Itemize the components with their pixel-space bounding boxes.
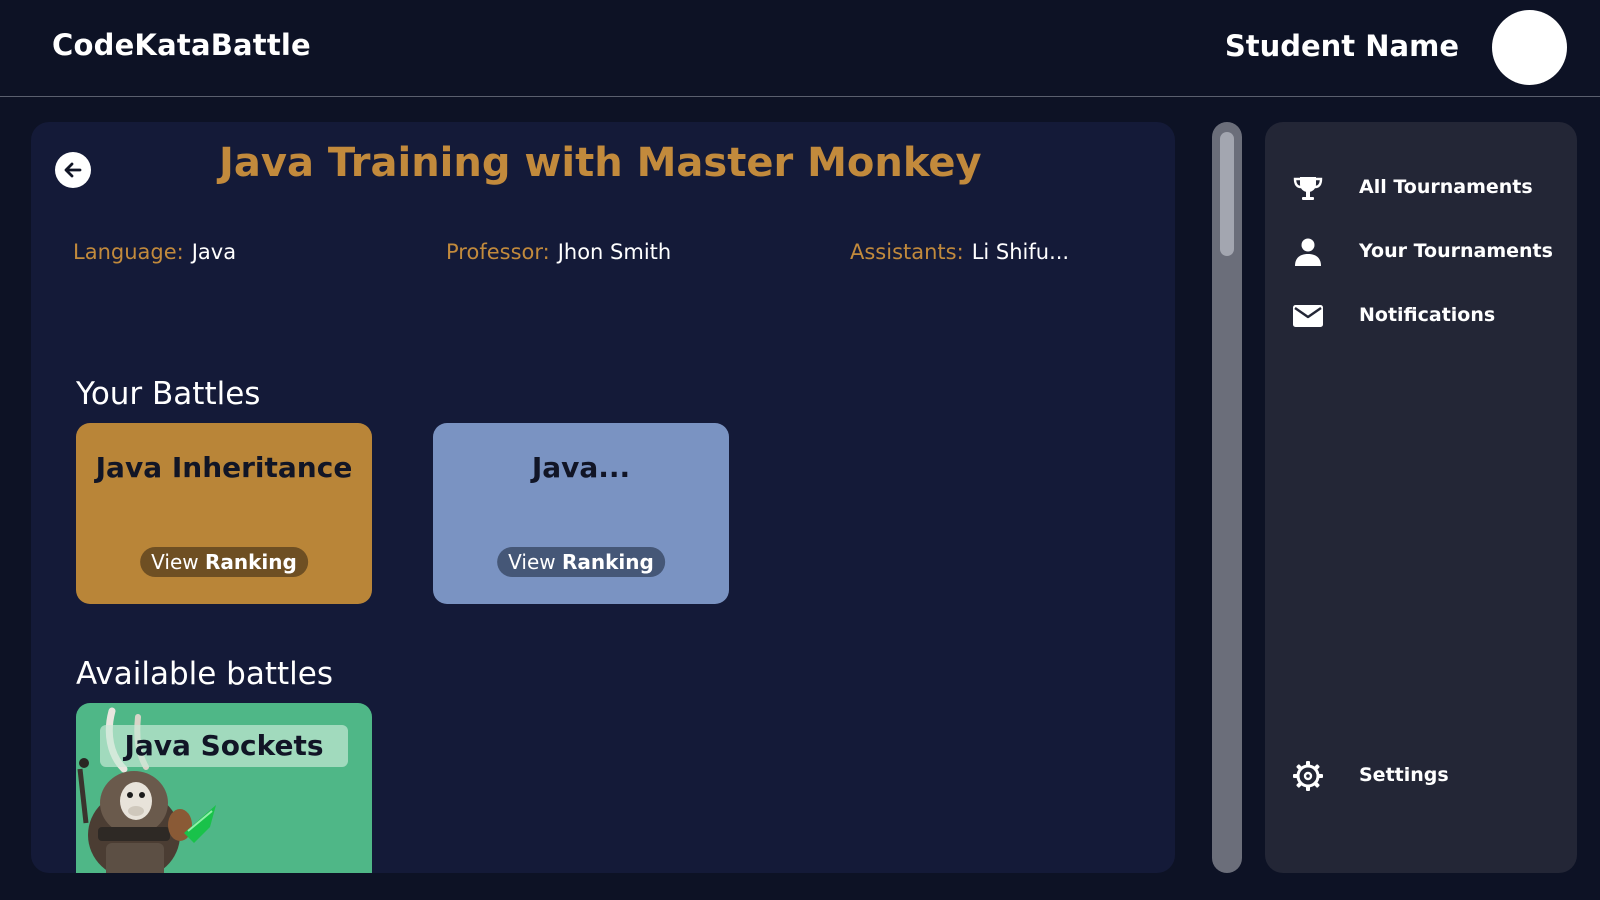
professor-value: Jhon Smith: [557, 240, 672, 264]
your-battles-title: Your Battles: [76, 376, 261, 412]
sidebar-item-all-tournaments[interactable]: All Tournaments: [1265, 164, 1577, 212]
sidebar-item-settings[interactable]: Settings: [1265, 752, 1577, 800]
view-ranking-button[interactable]: View Ranking: [497, 547, 665, 577]
sidebar-item-label: All Tournaments: [1359, 176, 1533, 198]
vertical-scrollbar[interactable]: [1212, 122, 1242, 873]
arrow-left-icon: [62, 159, 84, 181]
assistants-value: Li Shifu...: [971, 240, 1070, 264]
person-icon: [1295, 238, 1321, 266]
gear-icon: [1293, 761, 1323, 791]
sidebar-item-notifications[interactable]: Notifications: [1265, 292, 1577, 340]
professor-label: Professor:: [446, 240, 550, 264]
tournament-title: Java Training with Master Monkey: [219, 140, 982, 186]
app-brand[interactable]: CodeKataBattle: [52, 28, 311, 62]
language-info: Language: Java: [73, 240, 236, 264]
battle-card-java[interactable]: Java... View Ranking: [433, 423, 729, 604]
user-name: Student Name: [1224, 29, 1459, 63]
available-battle-label: Java Sockets: [100, 725, 348, 767]
avatar[interactable]: [1492, 10, 1567, 85]
view-ranking-button[interactable]: View Ranking: [140, 547, 308, 577]
assistants-label: Assistants:: [850, 240, 964, 264]
sidebar-item-label: Settings: [1359, 764, 1449, 786]
professor-info: Professor: Jhon Smith: [446, 240, 671, 264]
top-bar: CodeKataBattle Student Name: [0, 0, 1600, 97]
battle-card-title: Java Inheritance: [95, 451, 353, 484]
sidebar-item-label: Notifications: [1359, 304, 1496, 326]
battle-card-title: Java...: [531, 451, 631, 484]
sidebar-item-label: Your Tournaments: [1359, 240, 1553, 262]
available-battle-card-java-sockets[interactable]: Java Sockets: [76, 703, 372, 873]
trophy-icon: [1293, 177, 1323, 200]
scrollbar-thumb[interactable]: [1220, 132, 1234, 256]
mail-icon: [1293, 305, 1323, 327]
sidebar: All Tournaments Your Tournaments Notific…: [1265, 122, 1577, 873]
back-button[interactable]: [55, 152, 91, 188]
assistants-info: Assistants: Li Shifu...: [850, 240, 1069, 264]
language-label: Language:: [73, 240, 184, 264]
tournament-panel: Java Training with Master Monkey Languag…: [31, 122, 1175, 873]
available-battles-title: Available battles: [76, 656, 333, 692]
language-value: Java: [191, 240, 237, 264]
battle-card-java-inheritance[interactable]: Java Inheritance View Ranking: [76, 423, 372, 604]
sidebar-item-your-tournaments[interactable]: Your Tournaments: [1265, 228, 1577, 276]
